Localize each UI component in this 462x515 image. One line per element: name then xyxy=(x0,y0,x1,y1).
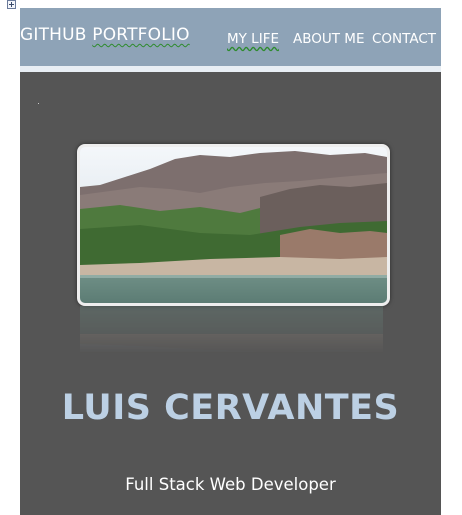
decorative-dot xyxy=(38,103,39,104)
photo-reflection xyxy=(80,306,383,354)
header-divider xyxy=(20,66,441,72)
brand-title-part2: PORTFOLIO xyxy=(92,25,190,45)
move-handle-icon[interactable] xyxy=(7,0,16,9)
nav-link-contact[interactable]: CONTACT xyxy=(372,31,436,47)
owner-role: Full Stack Web Developer xyxy=(125,475,336,494)
brand-title[interactable]: GITHUB PORTFOLIO xyxy=(20,25,190,45)
owner-name: LUIS CERVANTES xyxy=(61,388,400,428)
brand-title-part1: GITHUB xyxy=(20,25,93,45)
nav-link-my-life[interactable]: MY LIFE xyxy=(227,31,279,47)
site-header: GITHUB PORTFOLIO MY LIFE ABOUT ME CONTAC… xyxy=(20,8,441,66)
portfolio-page: GITHUB PORTFOLIO MY LIFE ABOUT ME CONTAC… xyxy=(20,8,441,515)
nav-link-about-me[interactable]: ABOUT ME xyxy=(293,31,364,47)
landscape-photo xyxy=(77,144,390,306)
